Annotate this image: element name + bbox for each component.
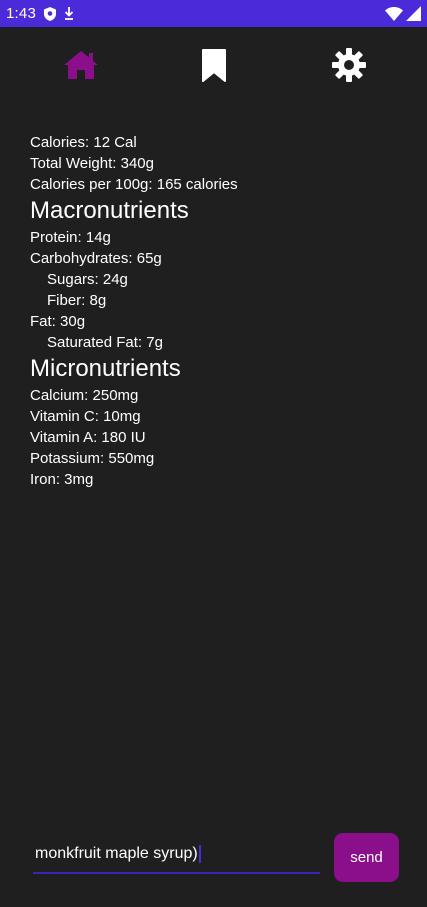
download-arrow-icon [64,7,74,20]
status-right [385,6,421,21]
iron-text: Iron: 3mg [30,471,94,488]
vitamin-c-text: Vitamin C: 10mg [30,408,141,425]
status-time: 1:43 [6,5,36,22]
input-value-text: monkfruit maple syrup) [35,845,198,863]
micronutrients-heading: Micronutrients [30,355,181,382]
status-bar: 1:43 [0,0,427,27]
nav-home-button[interactable] [61,47,101,87]
fat-text: Fat: 30g [30,313,86,330]
send-button[interactable]: send [334,833,399,882]
saturated-fat-text: Saturated Fat: 7g [47,334,163,351]
status-left: 1:43 [6,5,74,22]
shield-icon [44,6,56,21]
food-input-field[interactable]: monkfruit maple syrup) [33,838,320,874]
calories-per-100g-text: Calories per 100g: 165 calories [30,176,238,193]
potassium-text: Potassium: 550mg [30,450,155,467]
nav-settings-button[interactable] [329,47,369,87]
total-weight-text: Total Weight: 340g [30,155,154,172]
calcium-text: Calcium: 250mg [30,387,139,404]
gear-icon [332,47,366,87]
top-navigation [0,27,427,107]
cellular-signal-icon [406,6,421,21]
text-caret [198,845,201,863]
carbohydrates-text: Carbohydrates: 65g [30,250,162,267]
nutrition-info: Calories: 12 Cal Total Weight: 340g Calo… [30,132,410,490]
home-icon [63,50,99,85]
sugars-text: Sugars: 24g [47,271,128,288]
vitamin-a-text: Vitamin A: 180 IU [30,429,146,446]
nav-bookmark-button[interactable] [194,47,234,87]
macronutrients-heading: Macronutrients [30,197,189,224]
food-input-value: monkfruit maple syrup) [35,845,201,863]
protein-text: Protein: 14g [30,229,111,246]
wifi-icon [385,6,403,21]
bookmark-icon [201,48,227,87]
calories-text: Calories: 12 Cal [30,134,137,151]
fiber-text: Fiber: 8g [47,292,107,309]
